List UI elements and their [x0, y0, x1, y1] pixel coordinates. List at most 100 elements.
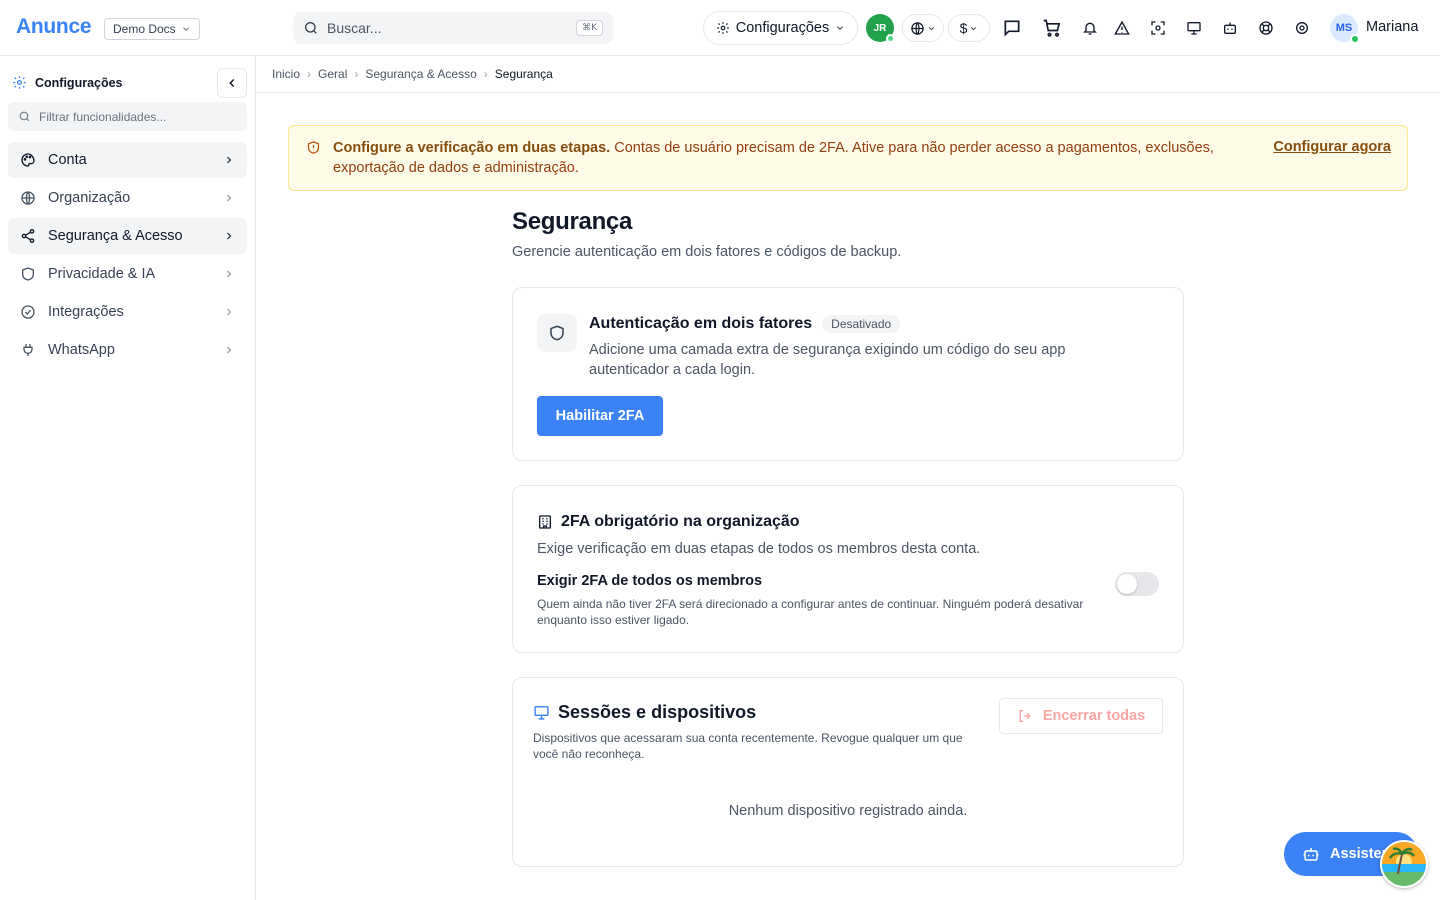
gear-icon	[716, 21, 730, 35]
breadcrumb-item[interactable]: Inicio	[272, 67, 300, 81]
user-avatar-jr[interactable]: JR	[866, 14, 895, 43]
building-icon	[537, 514, 553, 530]
chevron-right-icon	[223, 344, 235, 356]
shield-icon	[20, 266, 36, 282]
global-search[interactable]: ⌘K	[293, 12, 613, 44]
sidebar-item-privacidade[interactable]: Privacidade & IA	[8, 256, 247, 292]
currency-selector[interactable]: $	[948, 14, 990, 42]
share-icon	[20, 228, 36, 244]
monitor-icon	[533, 704, 550, 721]
chevron-right-icon	[223, 268, 235, 280]
chat-icon[interactable]	[1000, 16, 1024, 40]
collapse-sidebar-button[interactable]	[217, 68, 247, 98]
sidebar-item-label: Conta	[48, 152, 87, 168]
chevron-down-icon	[835, 23, 845, 33]
bell-icon[interactable]	[1078, 16, 1102, 40]
require-2fa-help: Quem ainda não tiver 2FA será direcionad…	[537, 597, 1084, 627]
sidebar-title: Configurações	[12, 75, 123, 90]
sidebar-nav: Conta Organização Segurança & Acesso Pri…	[8, 142, 247, 370]
alert-title: Configure a verificação em duas etapas.	[333, 140, 611, 156]
workspace-name: Demo Docs	[113, 22, 176, 36]
sidebar-filter[interactable]	[8, 102, 247, 131]
enable-2fa-button[interactable]: Habilitar 2FA	[537, 396, 663, 436]
chevron-right-icon	[223, 192, 235, 204]
language-selector[interactable]	[902, 14, 944, 42]
monitor-icon[interactable]	[1182, 16, 1206, 40]
sessions-empty-state: Nenhum dispositivo registrado ainda.	[728, 803, 968, 819]
configure-now-link[interactable]: Configurar agora	[1273, 139, 1391, 155]
end-all-label: Encerrar todas	[1042, 708, 1146, 724]
require-2fa-toggle[interactable]	[1115, 572, 1159, 596]
chevron-right-icon: ›	[307, 67, 312, 81]
globe-icon	[20, 190, 36, 206]
two-factor-description: Adicione uma camada extra de segurança e…	[589, 342, 1066, 378]
top-header: Anunce Demo Docs ⌘K Configurações JR $ M…	[0, 0, 1440, 56]
palette-icon	[20, 152, 36, 168]
search-shortcut: ⌘K	[576, 20, 603, 36]
org-2fa-title-row: 2FA obrigatório na organização	[537, 513, 800, 531]
twofa-alert: Configure a verificação em duas etapas. …	[288, 125, 1408, 191]
chevron-right-icon	[223, 154, 235, 166]
currency-symbol: $	[959, 20, 968, 36]
status-badge: Desativado	[822, 315, 901, 333]
breadcrumb-item[interactable]: Geral	[318, 67, 347, 81]
settings-menu-button[interactable]: Configurações	[703, 11, 858, 45]
check-circle-icon	[20, 304, 36, 320]
breadcrumb-current: Segurança	[494, 67, 553, 81]
chevron-right-icon: ›	[354, 67, 359, 81]
search-icon	[303, 20, 319, 36]
search-icon	[18, 110, 31, 123]
beach-avatar-icon[interactable]	[1380, 840, 1428, 888]
toggle-knob	[1117, 574, 1137, 594]
chevron-right-icon	[223, 230, 235, 242]
gear-icon[interactable]	[1290, 16, 1314, 40]
org-2fa-description: Exige verificação em duas etapas de todo…	[537, 541, 981, 557]
globe-icon	[910, 21, 925, 36]
chevron-left-icon	[225, 76, 239, 90]
chevron-down-icon	[181, 24, 191, 34]
sidebar-item-label: Organização	[48, 190, 131, 206]
breadcrumb-item[interactable]: Segurança & Acesso	[365, 67, 476, 81]
chevron-right-icon: ›	[483, 67, 488, 81]
warning-icon[interactable]	[1110, 16, 1134, 40]
breadcrumb: Inicio › Geral › Segurança & Acesso › Se…	[256, 56, 1440, 93]
filter-input[interactable]	[39, 109, 229, 124]
sidebar-item-integracoes[interactable]: Integrações	[8, 294, 247, 330]
org-2fa-title: 2FA obrigatório na organização	[561, 513, 800, 530]
sidebar-item-label: Privacidade & IA	[48, 266, 156, 282]
org-2fa-card: 2FA obrigatório na organização Exige ver…	[512, 485, 1184, 653]
end-all-sessions-button[interactable]: Encerrar todas	[999, 698, 1163, 734]
search-input[interactable]	[327, 20, 557, 36]
cart-icon[interactable]	[1040, 16, 1064, 40]
sidebar-item-label: Segurança & Acesso	[48, 228, 183, 244]
sidebar-item-label: WhatsApp	[48, 342, 115, 358]
settings-sidebar: Configurações Conta Organização Seguranç…	[0, 56, 256, 900]
sessions-description: Dispositivos que acessaram sua conta rec…	[533, 731, 963, 761]
scan-icon[interactable]	[1146, 16, 1170, 40]
sidebar-item-whatsapp[interactable]: WhatsApp	[8, 332, 247, 368]
settings-menu-label: Configurações	[735, 20, 830, 36]
shield-icon	[537, 314, 577, 352]
bot-icon[interactable]	[1218, 16, 1242, 40]
sidebar-item-conta[interactable]: Conta	[8, 142, 247, 178]
user-avatar[interactable]: MS	[1330, 14, 1360, 44]
gear-icon	[12, 75, 27, 90]
sidebar-item-seguranca[interactable]: Segurança & Acesso	[8, 218, 247, 254]
sessions-title-row: Sessões e dispositivos	[533, 702, 756, 723]
username[interactable]: Mariana	[1366, 19, 1418, 35]
chevron-right-icon	[223, 306, 235, 318]
plug-icon	[20, 342, 36, 358]
app-logo[interactable]: Anunce	[16, 15, 92, 39]
workspace-selector[interactable]: Demo Docs	[104, 18, 200, 40]
support-icon[interactable]	[1254, 16, 1278, 40]
two-factor-title: Autenticação em dois fatores	[589, 315, 813, 332]
alert-shield-icon	[306, 140, 321, 155]
two-factor-card: Autenticação em dois fatores Desativado …	[512, 287, 1184, 461]
page-subtitle: Gerencie autenticação em dois fatores e …	[512, 244, 902, 260]
sessions-card: Sessões e dispositivos Dispositivos que …	[512, 677, 1184, 867]
logout-icon	[1017, 708, 1033, 724]
two-factor-title-row: Autenticação em dois fatores Desativado	[589, 315, 901, 333]
bot-icon	[1302, 845, 1320, 863]
chevron-down-icon	[969, 24, 978, 33]
sidebar-item-organizacao[interactable]: Organização	[8, 180, 247, 216]
